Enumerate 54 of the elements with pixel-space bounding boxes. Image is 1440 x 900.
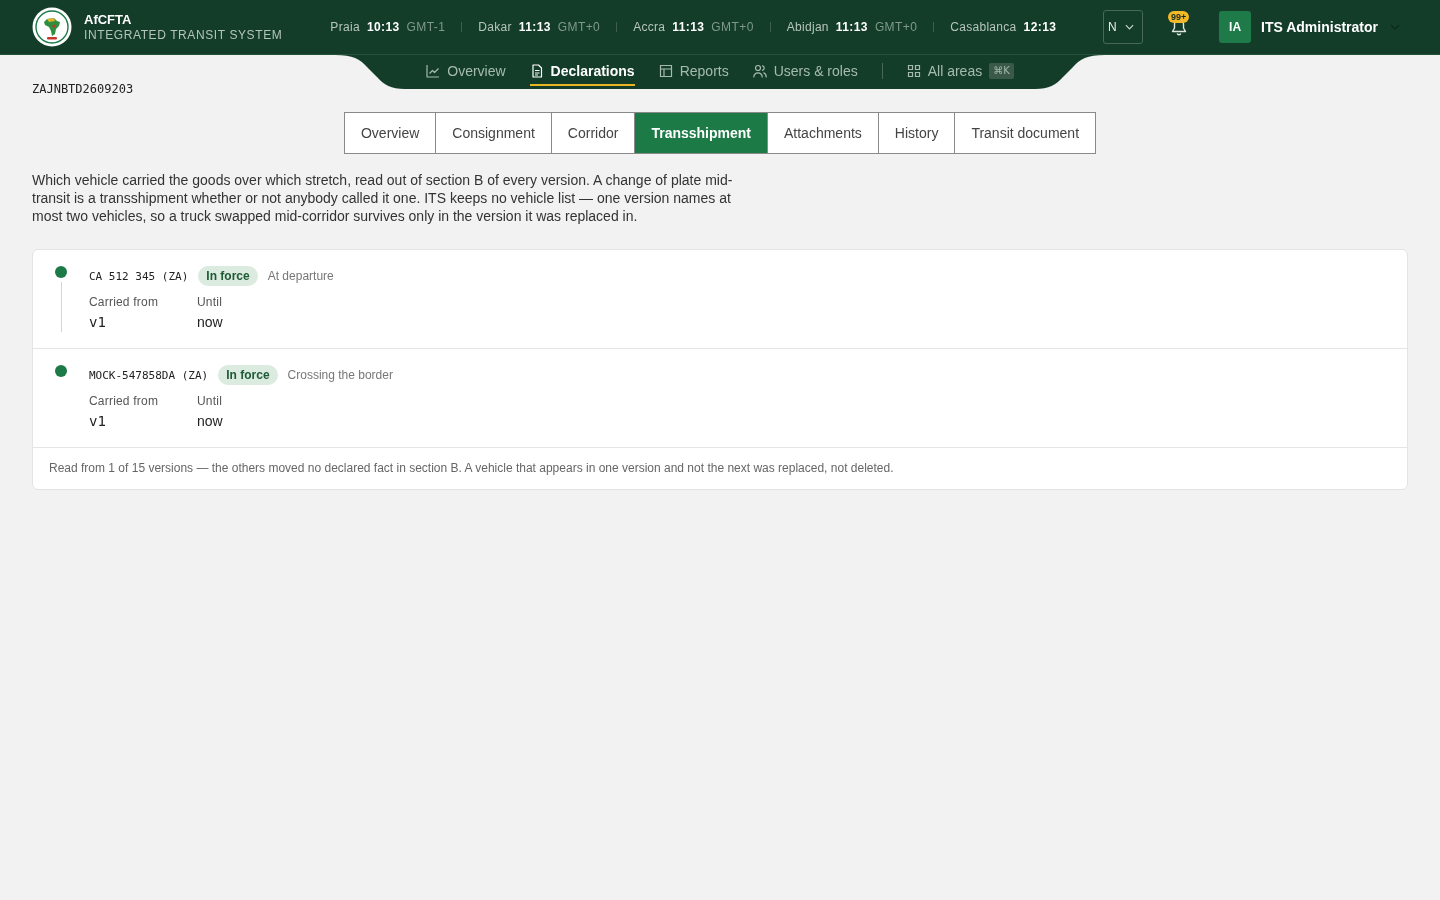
clock-zone: GMT+0	[874, 20, 918, 34]
field-value: now	[197, 412, 223, 431]
table-icon	[658, 64, 673, 78]
nav-link[interactable]: Users & roles	[752, 55, 858, 86]
clock-time: 11:13	[835, 20, 868, 34]
field-label: Carried from	[89, 393, 160, 409]
users-icon	[752, 64, 767, 78]
field-value: v1	[89, 313, 107, 332]
language-select[interactable]: N	[1103, 10, 1144, 44]
clock-city: Casablanca	[950, 20, 1017, 34]
status-badge: In force	[198, 266, 258, 286]
vehicle-plate: CA 512 345 (ZA)	[89, 269, 189, 283]
clock-zone: GMT+0	[557, 20, 601, 34]
field-value: v1	[89, 412, 107, 431]
notification-badge: 99+	[1168, 11, 1190, 23]
clock-time: 11:13	[518, 20, 551, 34]
clock-zone: GMT-1	[406, 20, 446, 34]
all-areas-link[interactable]: All areas ⌘K	[906, 55, 1014, 86]
description-text: Which vehicle carried the goods over which stretch, read out of section B of every version. A change of plate mid-transit is a transshipment whether or not anybody called it one. ITS keeps no vehicle list — one version names at most two vehicles, so a truck swapped mid-corridor survives only in the version it was replaced in.	[32, 171, 734, 225]
status-dot-icon	[55, 365, 67, 377]
user-name[interactable]: ITS Administrator	[1261, 19, 1378, 35]
document-id: ZAJNBTD2609203	[32, 81, 134, 97]
clock-time: 10:13	[366, 20, 400, 34]
emblem-logo-icon[interactable]	[32, 7, 72, 47]
status-dot-icon	[55, 266, 67, 278]
grid-icon	[906, 64, 921, 78]
clock-time: 11:13	[672, 20, 705, 34]
line-chart-icon	[426, 64, 441, 78]
footnote-text: Read from 1 of 15 versions — the others moved no declared fact in section B. A vehicle that appears in one version and not the next was replaced, not deleted.	[48, 460, 895, 477]
brand-subtitle: INTEGRATED TRANSIT SYSTEM	[84, 27, 283, 43]
user-avatar[interactable]: IA	[1219, 11, 1252, 43]
stage-label: Crossing the border	[287, 368, 393, 382]
field-label: Carried from	[89, 294, 160, 310]
shortcut-hint: ⌘K	[989, 63, 1014, 79]
chevron-down-icon	[1125, 24, 1135, 30]
clock-city: Abidjan	[786, 20, 829, 34]
vehicle-plate: MOCK-547858DA (ZA)	[89, 368, 209, 382]
timeline-connector	[60, 282, 62, 332]
clock-zone: GMT+0	[711, 20, 754, 34]
clock-time: 12:13	[1023, 20, 1057, 34]
clock-city: Praia	[330, 20, 360, 34]
tab[interactable]: Transshipment	[634, 113, 767, 153]
nav-link[interactable]: Overview	[426, 55, 506, 86]
brand-name: AfCFTA	[84, 11, 133, 28]
stage-label: At departure	[267, 269, 334, 283]
field-value: now	[197, 313, 223, 332]
nav-link[interactable]: Declarations	[529, 55, 635, 86]
clock-city: Accra	[633, 20, 666, 34]
document-icon	[529, 64, 544, 78]
field-label: Until	[197, 393, 223, 409]
nav-link[interactable]: Reports	[658, 55, 729, 86]
clock-city: Dakar	[478, 20, 512, 34]
field-label: Until	[197, 294, 223, 310]
status-badge: In force	[218, 365, 278, 385]
